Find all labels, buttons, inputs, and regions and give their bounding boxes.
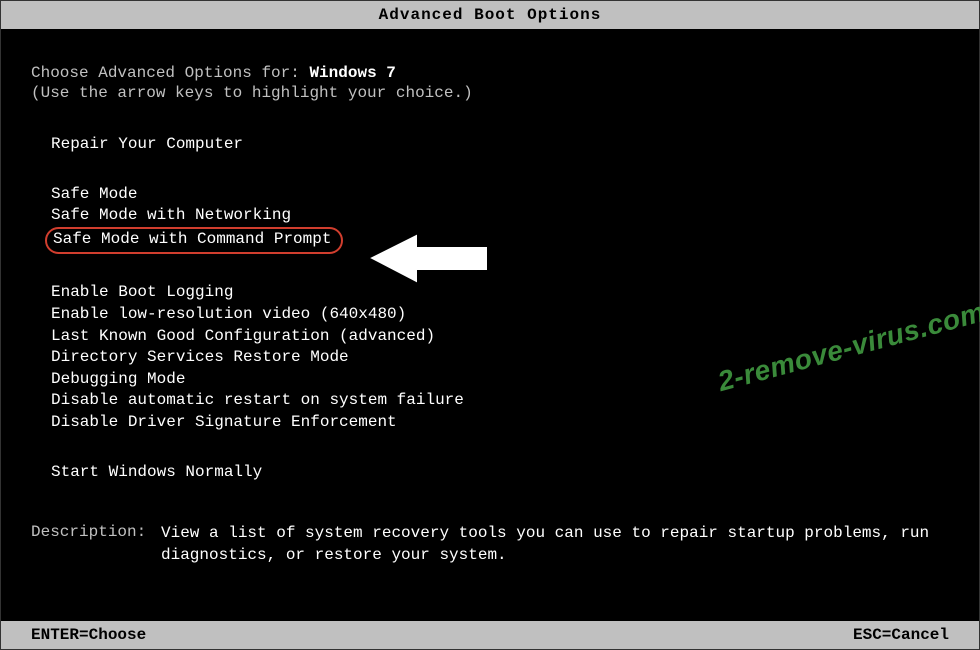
footer-bar: ENTER=Choose ESC=Cancel	[1, 621, 979, 649]
option-enable-boot-logging[interactable]: Enable Boot Logging	[51, 282, 949, 304]
title-bar: Advanced Boot Options	[1, 1, 979, 29]
option-start-windows-normally[interactable]: Start Windows Normally	[51, 462, 949, 484]
description-label: Description:	[31, 523, 161, 566]
option-disable-driver-signature[interactable]: Disable Driver Signature Enforcement	[51, 412, 949, 434]
option-repair-computer[interactable]: Repair Your Computer	[51, 134, 949, 156]
option-last-known-good[interactable]: Last Known Good Configuration (advanced)	[51, 326, 949, 348]
footer-enter: ENTER=Choose	[31, 626, 146, 644]
option-directory-services-restore[interactable]: Directory Services Restore Mode	[51, 347, 949, 369]
option-safe-mode[interactable]: Safe Mode	[51, 184, 949, 206]
option-disable-auto-restart[interactable]: Disable automatic restart on system fail…	[51, 390, 949, 412]
option-group-safemode: Safe Mode Safe Mode with Networking Safe…	[31, 184, 949, 255]
option-debugging-mode[interactable]: Debugging Mode	[51, 369, 949, 391]
intro-line: Choose Advanced Options for: Windows 7	[31, 64, 949, 82]
os-name: Windows 7	[309, 64, 395, 82]
content-area: Choose Advanced Options for: Windows 7 (…	[1, 29, 979, 586]
option-safe-mode-networking[interactable]: Safe Mode with Networking	[51, 205, 949, 227]
option-group-repair: Repair Your Computer	[31, 134, 949, 156]
description-text: View a list of system recovery tools you…	[161, 523, 949, 566]
option-group-advanced: Enable Boot Logging Enable low-resolutio…	[31, 282, 949, 433]
title-text: Advanced Boot Options	[379, 6, 602, 24]
help-text: (Use the arrow keys to highlight your ch…	[31, 84, 949, 102]
option-enable-low-res[interactable]: Enable low-resolution video (640x480)	[51, 304, 949, 326]
description-section: Description: View a list of system recov…	[31, 523, 949, 566]
intro-prefix: Choose Advanced Options for:	[31, 64, 309, 82]
option-group-normal: Start Windows Normally	[31, 462, 949, 484]
footer-esc: ESC=Cancel	[853, 626, 949, 644]
option-safe-mode-command-prompt[interactable]: Safe Mode with Command Prompt	[45, 227, 343, 255]
